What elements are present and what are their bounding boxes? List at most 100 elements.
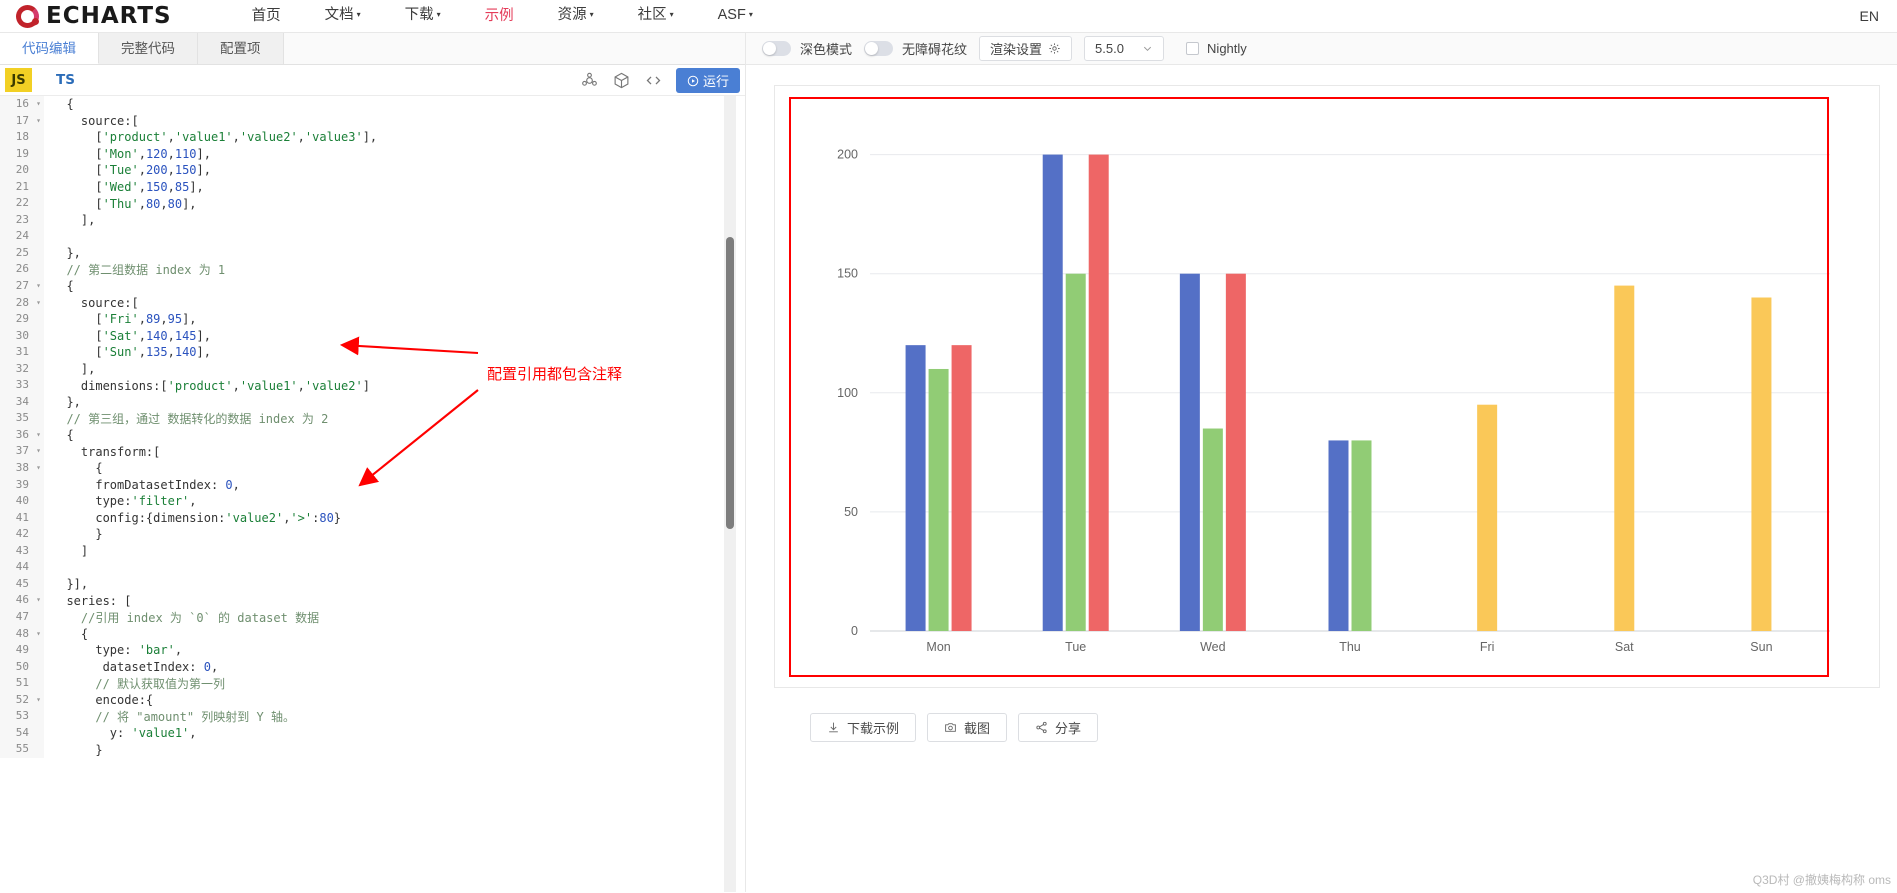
code-line: 17 ▾ source:[ bbox=[0, 112, 745, 130]
fold-toggle-icon[interactable]: ▾ bbox=[33, 278, 44, 295]
bar[interactable] bbox=[1065, 273, 1086, 631]
line-number: 18 bbox=[0, 129, 33, 146]
bar[interactable] bbox=[1225, 273, 1246, 631]
bar[interactable] bbox=[1202, 428, 1223, 631]
nav-item-3[interactable]: 示例 bbox=[463, 0, 536, 33]
fold-toggle-icon[interactable]: ▾ bbox=[33, 96, 44, 113]
fold-spacer bbox=[33, 129, 44, 146]
run-button[interactable]: 运行 bbox=[675, 68, 740, 93]
fold-spacer bbox=[33, 261, 44, 279]
code-line: 26 // 第二组数据 index 为 1 bbox=[0, 261, 745, 279]
chart-action-label: 下载示例 bbox=[847, 721, 900, 736]
code-line: 37 ▾ transform:[ bbox=[0, 443, 745, 461]
code-icon[interactable] bbox=[639, 68, 669, 94]
line-number: 55 bbox=[0, 741, 33, 758]
line-number: 16 bbox=[0, 96, 33, 113]
code-text: encode:{ bbox=[52, 692, 154, 707]
echarts-logo[interactable]: ECHARTS bbox=[16, 3, 172, 29]
line-number: 32 bbox=[0, 360, 33, 378]
line-number: 39 bbox=[0, 476, 33, 494]
download-icon bbox=[829, 722, 838, 733]
pattern-toggle[interactable] bbox=[864, 41, 894, 56]
chevron-down-icon: ▾ bbox=[748, 10, 753, 19]
fold-spacer bbox=[33, 211, 44, 229]
code-line: 32 ], bbox=[0, 360, 745, 378]
dark-mode-toggle[interactable] bbox=[762, 41, 791, 56]
fold-toggle-icon[interactable]: ▾ bbox=[33, 691, 44, 709]
bar[interactable] bbox=[951, 345, 972, 631]
y-axis-tick-label: 50 bbox=[844, 505, 858, 519]
palette-icon[interactable] bbox=[575, 68, 605, 94]
code-line: 49 type: 'bar', bbox=[0, 642, 745, 659]
code-text: ['Fri',89,95], bbox=[52, 312, 197, 327]
bar[interactable] bbox=[1751, 297, 1772, 631]
x-axis-tick-label: Sun bbox=[1750, 640, 1772, 654]
nightly-checkbox[interactable] bbox=[1186, 42, 1200, 55]
fold-spacer bbox=[33, 476, 44, 494]
preview-pane: 深色模式 无障碍花纹 渲染设置 5.5.0 Nightly 0 50 100 1… bbox=[745, 33, 1897, 892]
bar[interactable] bbox=[1179, 273, 1200, 631]
fold-spacer bbox=[33, 410, 44, 427]
nav-item-5[interactable]: 社区 ▾ bbox=[616, 0, 696, 33]
brand-name: ECHARTS bbox=[46, 3, 172, 29]
fold-toggle-icon[interactable]: ▾ bbox=[33, 443, 44, 461]
bar[interactable] bbox=[905, 345, 926, 631]
fold-toggle-icon[interactable]: ▾ bbox=[33, 294, 44, 312]
code-editor[interactable]: 16 ▾ {17 ▾ source:[18 ['product','value1',… bbox=[0, 96, 745, 892]
x-axis-tick-label: Tue bbox=[1065, 640, 1086, 654]
lang-js-chip[interactable]: JS bbox=[5, 68, 32, 92]
code-text: // 第二组数据 index 为 1 bbox=[52, 263, 226, 278]
code-text: datasetIndex: 0, bbox=[52, 659, 219, 674]
line-number: 21 bbox=[0, 178, 33, 196]
fold-toggle-icon[interactable]: ▾ bbox=[33, 426, 44, 444]
bar[interactable] bbox=[1477, 404, 1498, 631]
chart-action-1[interactable]: 截图 bbox=[927, 713, 1008, 742]
tab-2[interactable]: 配置项 bbox=[198, 33, 284, 64]
bar[interactable] bbox=[1328, 440, 1349, 631]
language-switch[interactable]: EN bbox=[1860, 0, 1879, 33]
nav-item-6[interactable]: ASF ▾ bbox=[696, 0, 775, 33]
nav-item-4[interactable]: 资源 ▾ bbox=[536, 0, 616, 33]
nav-item-2[interactable]: 下载 ▾ bbox=[383, 0, 463, 33]
chart-canvas-card[interactable]: 0 50 100 150 200 Mon Tue Wed Thu Fri Sat Sun bbox=[774, 85, 1880, 688]
render-settings-button[interactable]: 渲染设置 bbox=[979, 36, 1073, 61]
lang-ts-button[interactable]: TS bbox=[56, 72, 75, 88]
tab-1[interactable]: 完整代码 bbox=[99, 33, 198, 64]
code-text: { bbox=[66, 97, 74, 112]
chart-action-0[interactable]: 下载示例 bbox=[810, 713, 917, 742]
nav-item-1[interactable]: 文档 ▾ bbox=[303, 0, 383, 33]
fold-toggle-icon[interactable]: ▾ bbox=[33, 625, 44, 643]
version-select[interactable]: 5.5.0 bbox=[1084, 36, 1165, 61]
echarts-logo-icon bbox=[16, 4, 39, 28]
nav-item-label: ASF bbox=[717, 7, 746, 23]
fold-toggle-icon[interactable]: ▾ bbox=[33, 592, 44, 609]
line-number: 41 bbox=[0, 509, 33, 527]
nav-item-0[interactable]: 首页 bbox=[230, 0, 303, 33]
editor-scrollbar-thumb[interactable] bbox=[726, 237, 734, 529]
bar[interactable] bbox=[928, 368, 949, 631]
x-axis-tick-label: Thu bbox=[1339, 640, 1361, 654]
chart-action-label: 截图 bbox=[964, 721, 991, 736]
line-number: 40 bbox=[0, 493, 33, 510]
code-line: 42 } bbox=[0, 526, 745, 543]
line-number: 31 bbox=[0, 344, 33, 361]
code-line: 20 ['Tue',200,150], bbox=[0, 162, 745, 179]
bar[interactable] bbox=[1614, 285, 1635, 631]
line-number: 43 bbox=[0, 542, 33, 560]
y-axis-tick-label: 100 bbox=[837, 386, 858, 400]
code-text: type:'filter', bbox=[52, 494, 197, 509]
bar[interactable] bbox=[1088, 154, 1109, 631]
code-text: // 第三组，通过 数据转化的数据 index 为 2 bbox=[52, 412, 329, 427]
chart-action-2[interactable]: 分享 bbox=[1018, 713, 1099, 742]
fold-toggle-icon[interactable]: ▾ bbox=[33, 112, 44, 130]
bar[interactable] bbox=[1042, 154, 1063, 631]
fold-spacer bbox=[33, 327, 44, 345]
fold-toggle-icon[interactable]: ▾ bbox=[33, 460, 44, 477]
chart-action-label: 分享 bbox=[1055, 721, 1082, 736]
cube-icon[interactable] bbox=[607, 68, 637, 94]
x-axis-tick-label: Fri bbox=[1480, 640, 1495, 654]
code-line: 19 ['Mon',120,110], bbox=[0, 145, 745, 163]
code-line: 23 ], bbox=[0, 211, 745, 229]
tab-0[interactable]: 代码编辑 bbox=[0, 33, 99, 64]
bar[interactable] bbox=[1351, 440, 1372, 631]
